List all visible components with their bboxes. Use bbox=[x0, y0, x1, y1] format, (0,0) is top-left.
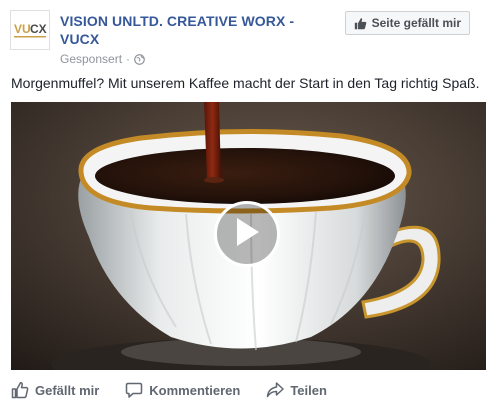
meta-separator: · bbox=[126, 52, 131, 66]
share-button[interactable]: Teilen bbox=[266, 381, 327, 399]
like-page-label: Seite gefällt mir bbox=[371, 16, 461, 30]
thumbs-up-icon bbox=[354, 17, 367, 30]
page-logo[interactable]: VU CX bbox=[10, 10, 50, 50]
post-actions: Gefällt mir Kommentieren Teilen bbox=[11, 378, 327, 402]
vucx-logo-icon: VU CX bbox=[14, 22, 47, 38]
like-label: Gefällt mir bbox=[35, 382, 100, 398]
share-label: Teilen bbox=[290, 382, 327, 398]
sponsored-post: VU CX VISION UNLTD. CREATIVE WORX - VUCX… bbox=[0, 0, 497, 408]
svg-text:VU: VU bbox=[14, 22, 31, 36]
play-icon bbox=[233, 216, 261, 253]
play-button[interactable] bbox=[214, 201, 280, 267]
like-page-button[interactable]: Seite gefällt mir bbox=[344, 11, 470, 35]
share-arrow-icon bbox=[266, 381, 285, 399]
comment-bubble-icon bbox=[125, 381, 143, 399]
video-player[interactable] bbox=[11, 102, 486, 370]
post-meta: Gesponsert · bbox=[60, 52, 145, 66]
comment-button[interactable]: Kommentieren bbox=[125, 381, 240, 399]
thumbs-up-outline-icon bbox=[11, 381, 29, 399]
sponsored-label[interactable]: Gesponsert bbox=[60, 52, 122, 66]
page-name-link[interactable]: VISION UNLTD. CREATIVE WORX - VUCX bbox=[60, 12, 320, 48]
svg-text:CX: CX bbox=[30, 22, 47, 36]
post-message: Morgenmuffel? Mit unserem Kaffee macht d… bbox=[11, 75, 480, 91]
globe-icon bbox=[134, 53, 145, 65]
like-button[interactable]: Gefällt mir bbox=[11, 381, 99, 399]
comment-label: Kommentieren bbox=[149, 382, 241, 398]
